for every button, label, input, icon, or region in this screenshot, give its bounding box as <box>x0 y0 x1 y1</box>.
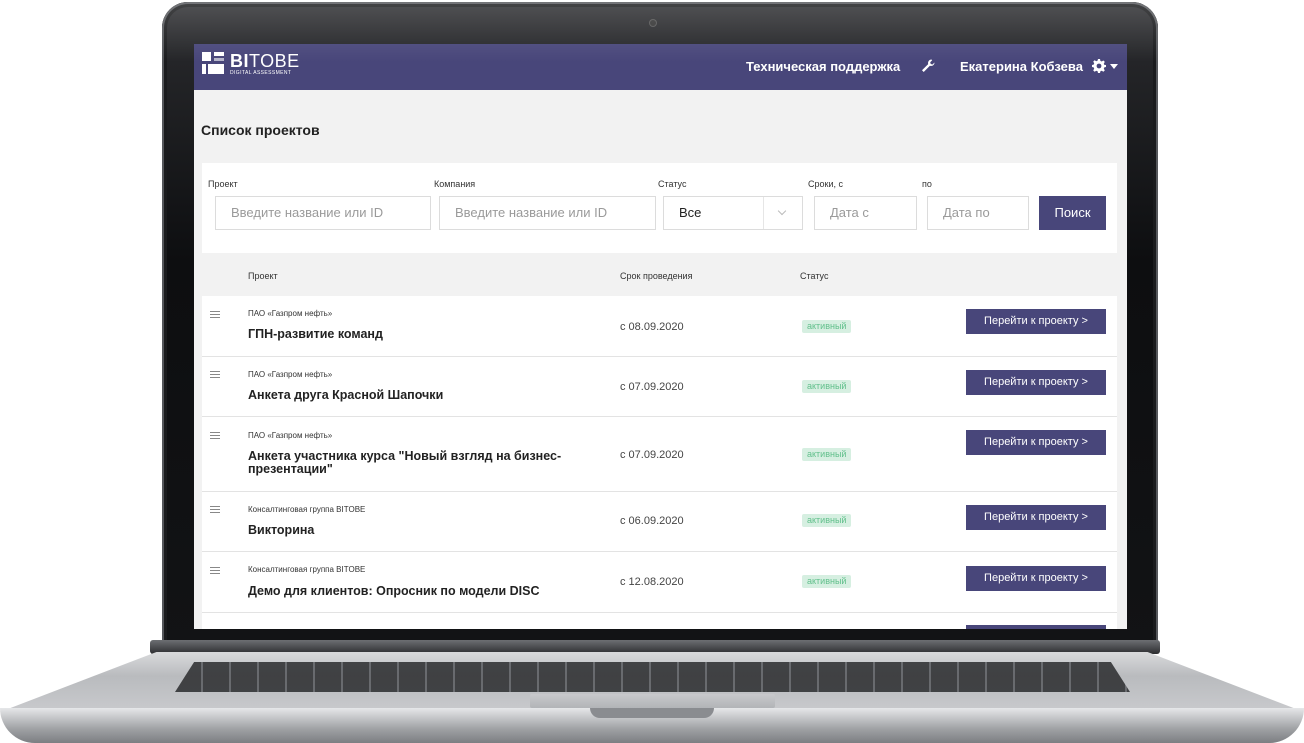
date-from-input[interactable]: Дата с <box>814 196 917 230</box>
table-row <box>202 613 1117 629</box>
status-badge: активный <box>802 448 852 461</box>
go-to-project-button[interactable]: Перейти к проекту > <box>966 430 1106 455</box>
laptop-notch <box>590 708 714 718</box>
table-row: ПАО «Газпром нефть» Анкета друга Красной… <box>202 357 1117 417</box>
chevron-down-icon[interactable] <box>763 197 802 229</box>
go-to-project-button[interactable]: Перейти к проекту > <box>966 505 1106 530</box>
row-company: Консалтинговая группа BITOBE <box>248 505 366 514</box>
status-badge: активный <box>802 320 852 333</box>
project-filter-label: Проект <box>208 179 238 189</box>
logo-text: BI <box>230 51 249 71</box>
table-row: ПАО «Газпром нефть» Анкета участника кур… <box>202 417 1117 492</box>
table-row: Консалтинговая группа BITOBE Викторина с… <box>202 492 1117 552</box>
date-to-input[interactable]: Дата по <box>927 196 1029 230</box>
logo-subtitle: DIGITAL ASSESSMENT <box>230 70 292 76</box>
app-screen: BITOBE DIGITAL ASSESSMENT Техническая по… <box>194 44 1127 629</box>
row-project-name: Анкета друга Красной Шапочки <box>248 388 444 402</box>
drag-handle-icon[interactable] <box>210 432 220 440</box>
drag-handle-icon[interactable] <box>210 311 220 319</box>
status-filter-label: Статус <box>658 179 687 189</box>
support-link[interactable]: Техническая поддержка <box>746 59 900 74</box>
row-date: с 07.09.2020 <box>620 449 684 461</box>
table-header: Проект Срок проведения Статус <box>202 253 1117 296</box>
status-badge: активный <box>802 575 852 588</box>
date-from-label: Сроки, с <box>808 179 843 189</box>
go-to-project-button[interactable]: Перейти к проекту > <box>966 566 1106 591</box>
row-company: ПАО «Газпром нефть» <box>248 370 333 379</box>
table-row: ПАО «Газпром нефть» ГПН-развитие команд … <box>202 296 1117 357</box>
date-to-label: по <box>922 179 932 189</box>
webcam <box>650 20 656 26</box>
row-project-name: Анкета участника курса "Новый взгляд на … <box>248 449 562 476</box>
row-date: с 07.09.2020 <box>620 381 684 393</box>
laptop-keyboard <box>175 662 1130 692</box>
drag-handle-icon[interactable] <box>210 506 220 514</box>
column-header-period: Срок проведения <box>620 271 693 281</box>
go-to-project-button[interactable]: Перейти к проекту > <box>966 309 1106 334</box>
status-badge: активный <box>802 380 852 393</box>
go-to-project-button[interactable] <box>966 625 1106 629</box>
logo-text-light: TOBE <box>249 51 300 71</box>
row-date: с 12.08.2020 <box>620 576 684 588</box>
row-project-name: Викторина <box>248 523 315 537</box>
logo[interactable]: BITOBE DIGITAL ASSESSMENT <box>202 52 300 76</box>
search-button[interactable]: Поиск <box>1039 196 1106 230</box>
status-select-value: Все <box>679 205 702 220</box>
row-company: ПАО «Газпром нефть» <box>248 431 333 440</box>
status-select[interactable]: Все <box>663 196 803 230</box>
wrench-icon[interactable] <box>920 58 936 74</box>
row-date: с 08.09.2020 <box>620 321 684 333</box>
filter-panel: Проект Введите название или ID Компания … <box>202 163 1117 253</box>
row-company: ПАО «Газпром нефть» <box>248 309 333 318</box>
go-to-project-button[interactable]: Перейти к проекту > <box>966 370 1106 395</box>
page-title: Список проектов <box>201 122 320 138</box>
row-company: Консалтинговая группа BITOBE <box>248 565 366 574</box>
company-filter-label: Компания <box>434 179 476 189</box>
project-search-input[interactable]: Введите название или ID <box>215 196 431 230</box>
status-badge: активный <box>802 514 852 527</box>
column-header-project: Проект <box>248 271 278 281</box>
top-navbar: BITOBE DIGITAL ASSESSMENT Техническая по… <box>194 44 1127 90</box>
row-project-name: ГПН-развитие команд <box>248 327 383 341</box>
drag-handle-icon[interactable] <box>210 371 220 379</box>
logo-icon <box>202 52 224 74</box>
table-row: Консалтинговая группа BITOBE Демо для кл… <box>202 552 1117 613</box>
chevron-down-icon[interactable] <box>1110 64 1118 69</box>
column-header-status: Статус <box>800 271 829 281</box>
company-search-input[interactable]: Введите название или ID <box>439 196 656 230</box>
laptop-hinge <box>150 640 1160 654</box>
row-date: с 06.09.2020 <box>620 515 684 527</box>
gear-icon[interactable] <box>1091 58 1107 74</box>
row-project-name: Демо для клиентов: Опросник по модели DI… <box>248 584 540 598</box>
laptop-trackpad <box>530 694 775 708</box>
drag-handle-icon[interactable] <box>210 567 220 575</box>
user-name[interactable]: Екатерина Кобзева <box>960 59 1083 74</box>
